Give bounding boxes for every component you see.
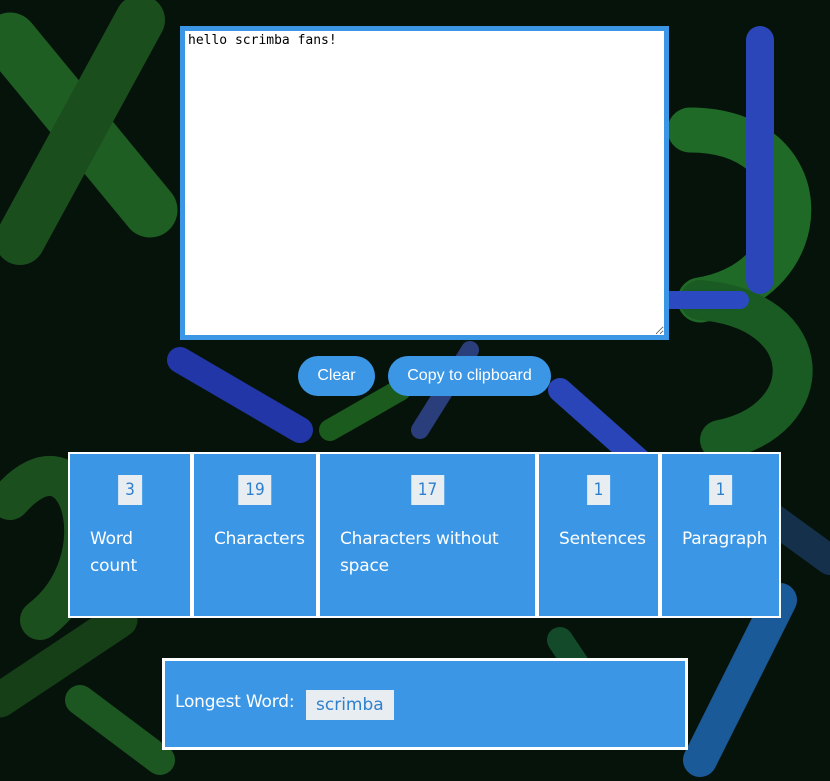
stat-value: 1 — [586, 475, 611, 505]
stat-label: Characters — [214, 529, 305, 549]
stat-paragraph: 1 Paragraph — [660, 452, 781, 618]
stat-value: 17 — [410, 475, 445, 505]
copy-to-clipboard-button[interactable]: Copy to clipboard — [388, 356, 551, 396]
longest-word-value: scrimba — [306, 690, 394, 720]
stat-value: 19 — [238, 475, 272, 505]
stat-label: Sentences — [559, 529, 646, 549]
text-input[interactable]: hello scrimba fans! — [185, 31, 664, 335]
stat-value: 3 — [118, 475, 142, 505]
stat-label: Word count — [90, 529, 137, 576]
longest-word-panel: Longest Word: scrimba — [162, 658, 688, 750]
stat-word-count: 3 Word count — [68, 452, 192, 618]
stat-sentences: 1 Sentences — [537, 452, 660, 618]
stat-characters: 19 Characters — [192, 452, 318, 618]
stat-label: Paragraph — [682, 529, 768, 549]
stat-characters-without-space: 17 Characters without space — [318, 452, 537, 618]
stat-value: 1 — [708, 475, 733, 505]
stat-label: Characters without space — [340, 529, 499, 576]
clear-button[interactable]: Clear — [298, 356, 375, 396]
text-input-container: hello scrimba fans! — [180, 26, 669, 340]
longest-word-label: Longest Word: — [175, 692, 295, 712]
